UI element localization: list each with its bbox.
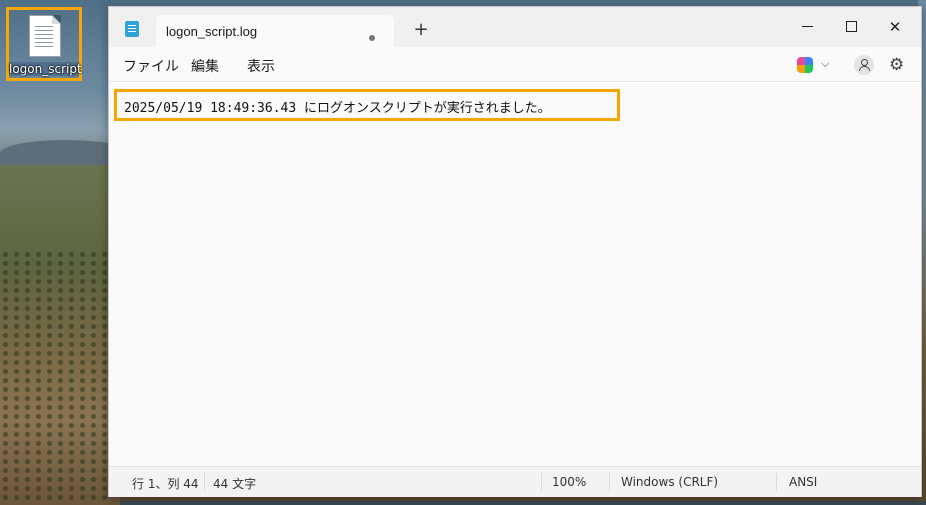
desktop-file-icon[interactable]: logon_script xyxy=(6,7,82,81)
zoom-level[interactable]: 100% xyxy=(552,475,586,489)
status-divider xyxy=(204,473,205,491)
cursor-position: 行 1、列 44 xyxy=(132,477,199,491)
copilot-icon[interactable] xyxy=(797,57,813,73)
log-line: 2025/05/19 18:49:36.43 にログオンスクリプトが実行されまし… xyxy=(124,101,551,116)
maximize-button[interactable] xyxy=(829,13,873,41)
account-icon[interactable] xyxy=(854,55,874,75)
status-divider xyxy=(541,473,542,491)
text-editor[interactable]: 2025/05/19 18:49:36.43 にログオンスクリプトが実行されまし… xyxy=(109,82,921,465)
wallpaper-vineyard xyxy=(0,250,110,500)
notepad-app-icon xyxy=(125,21,139,37)
status-divider xyxy=(776,473,777,491)
gear-icon[interactable]: ⚙ xyxy=(889,55,904,75)
notepad-window: logon_script.log + ✕ ファイル 編集 表示 ⌵ ⚙ 2025… xyxy=(108,6,922,497)
unsaved-dot-icon[interactable] xyxy=(369,35,375,41)
new-tab-button[interactable]: + xyxy=(411,21,431,41)
char-count: 44 文字 xyxy=(213,477,257,491)
menu-bar: ファイル 編集 表示 ⌵ ⚙ xyxy=(109,47,921,82)
menu-edit[interactable]: 編集 xyxy=(191,56,219,76)
tab-logon-script[interactable]: logon_script.log xyxy=(156,15,394,48)
tab-title: logon_script.log xyxy=(166,24,258,39)
menu-file[interactable]: ファイル xyxy=(123,56,179,76)
close-button[interactable]: ✕ xyxy=(873,13,917,41)
encoding[interactable]: ANSI xyxy=(789,475,817,489)
maximize-icon xyxy=(846,21,857,32)
minimize-button[interactable] xyxy=(785,13,829,41)
line-ending[interactable]: Windows (CRLF) xyxy=(621,475,718,489)
status-bar: 行 1、列 44 44 文字 100% Windows (CRLF) ANSI xyxy=(109,466,921,497)
status-divider xyxy=(609,473,610,491)
desktop-file-label: logon_script xyxy=(9,62,82,76)
menu-view[interactable]: 表示 xyxy=(247,56,275,76)
text-file-icon xyxy=(29,15,61,57)
chevron-down-icon[interactable]: ⌵ xyxy=(821,57,829,71)
title-bar: logon_script.log + ✕ xyxy=(109,7,921,48)
minimize-icon xyxy=(802,26,813,27)
